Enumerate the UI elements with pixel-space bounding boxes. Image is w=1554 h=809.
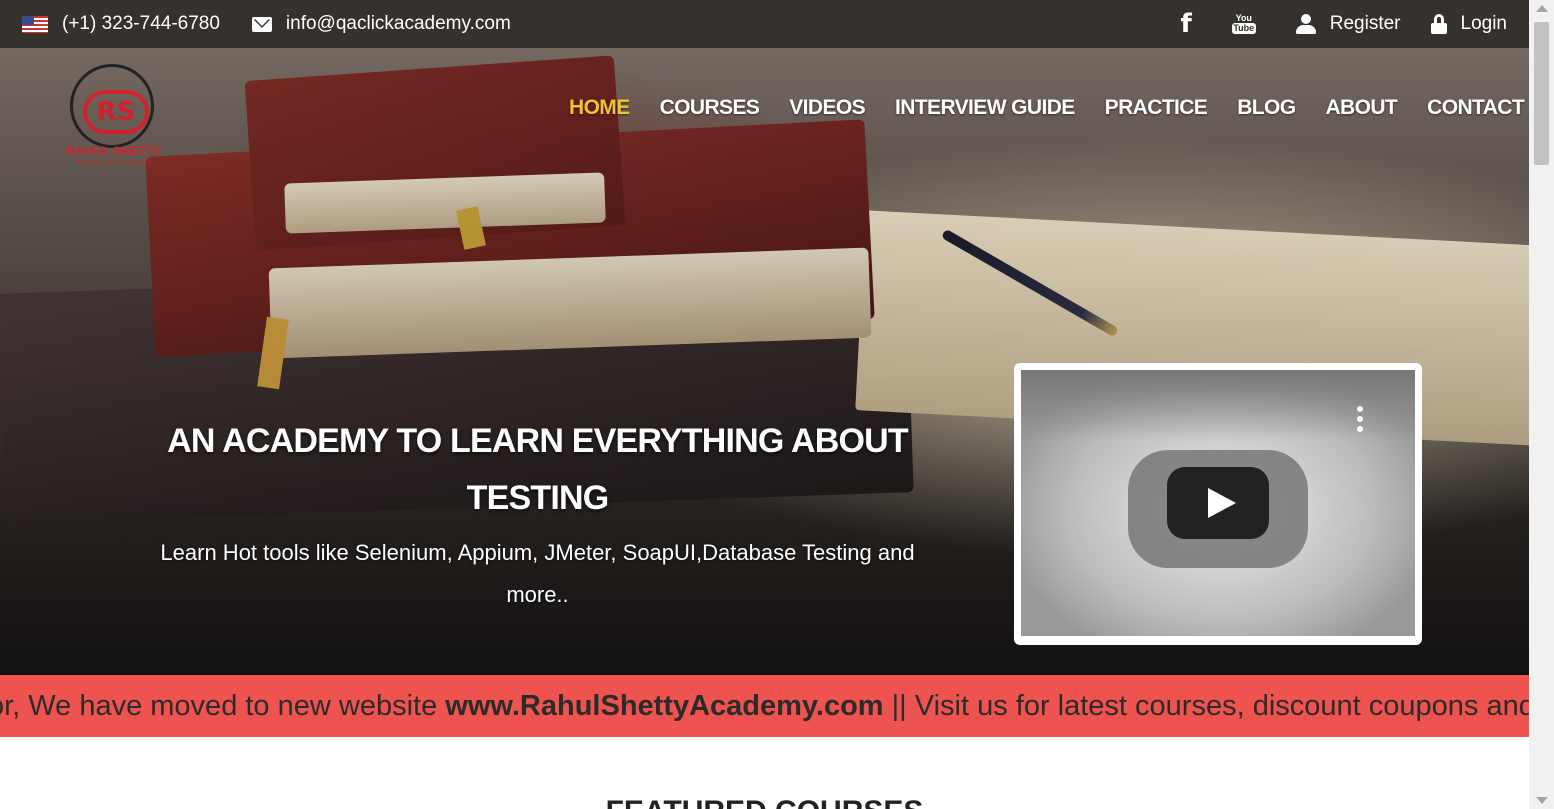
ticker-link[interactable]: www.RahulShettyAcademy.com bbox=[445, 690, 883, 722]
phone-number: (+1) 323-744-6780 bbox=[62, 13, 220, 34]
more-vertical-icon[interactable] bbox=[1357, 406, 1363, 432]
logo-monogram: RS bbox=[83, 90, 149, 134]
nav-blog[interactable]: BLOG bbox=[1237, 96, 1296, 126]
lock-icon[interactable] bbox=[1430, 14, 1447, 34]
envelope-icon bbox=[251, 16, 272, 32]
register-link[interactable]: Register bbox=[1330, 13, 1401, 35]
main-nav: HOME COURSES VIDEOS INTERVIEW GUIDE PRAC… bbox=[569, 96, 1525, 126]
ticker-suffix: || Visit us for latest courses, discount… bbox=[883, 690, 1529, 722]
facebook-icon[interactable]: f bbox=[1180, 9, 1191, 39]
nav-practice[interactable]: PRACTICE bbox=[1105, 96, 1208, 126]
page-scrollbar[interactable] bbox=[1529, 0, 1554, 809]
nav-videos[interactable]: VIDEOS bbox=[789, 96, 865, 126]
site-logo[interactable]: RS RAHUL SHETTY BECOME TEST EXPERT bbox=[58, 64, 168, 168]
email-address[interactable]: info@qaclickacademy.com bbox=[286, 13, 511, 35]
video-player[interactable] bbox=[1021, 370, 1415, 636]
user-icon[interactable] bbox=[1295, 14, 1316, 34]
ticker-prefix: or, We have moved to new website bbox=[0, 690, 446, 722]
youtube-icon-top: You bbox=[1235, 13, 1252, 23]
hero-banner: RS RAHUL SHETTY BECOME TEST EXPERT HOME … bbox=[0, 48, 1529, 675]
logo-name: RAHUL SHETTY bbox=[65, 144, 163, 158]
scroll-down-arrow-icon[interactable] bbox=[1536, 797, 1548, 804]
youtube-icon-bottom: Tube bbox=[1231, 23, 1256, 34]
youtube-icon[interactable]: You Tube bbox=[1231, 13, 1256, 34]
nav-home[interactable]: HOME bbox=[569, 96, 630, 126]
top-bar: (+1) 323-744-6780 info@qaclickacademy.co… bbox=[0, 0, 1529, 48]
announcement-ticker: or, We have moved to new website www.Rah… bbox=[0, 675, 1529, 737]
hero-subline: Learn Hot tools like Selenium, Appium, J… bbox=[160, 540, 915, 607]
scroll-up-arrow-icon[interactable] bbox=[1536, 5, 1548, 12]
logo-tagline: BECOME TEST EXPERT bbox=[76, 160, 152, 166]
nav-about[interactable]: ABOUT bbox=[1325, 96, 1397, 126]
play-icon[interactable] bbox=[1167, 467, 1269, 539]
featured-title: FEATURED COURSES bbox=[0, 795, 1529, 809]
login-link[interactable]: Login bbox=[1461, 13, 1508, 35]
ticker-text: or, We have moved to new website www.Rah… bbox=[0, 675, 1529, 737]
top-bar-actions: f You Tube Register Login bbox=[1180, 0, 1507, 48]
nav-interview-guide[interactable]: INTERVIEW GUIDE bbox=[895, 96, 1075, 126]
video-embed[interactable] bbox=[1014, 363, 1422, 645]
scrollbar-thumb[interactable] bbox=[1534, 22, 1549, 165]
contact-info: (+1) 323-744-6780 info@qaclickacademy.co… bbox=[22, 0, 511, 48]
nav-courses[interactable]: COURSES bbox=[660, 96, 760, 126]
nav-contact[interactable]: CONTACT bbox=[1427, 96, 1525, 126]
featured-section: FEATURED COURSES bbox=[0, 737, 1529, 809]
hero-headline: AN ACADEMY TO LEARN EVERYTHING ABOUT TES… bbox=[167, 422, 908, 517]
us-flag-icon[interactable] bbox=[22, 15, 48, 33]
